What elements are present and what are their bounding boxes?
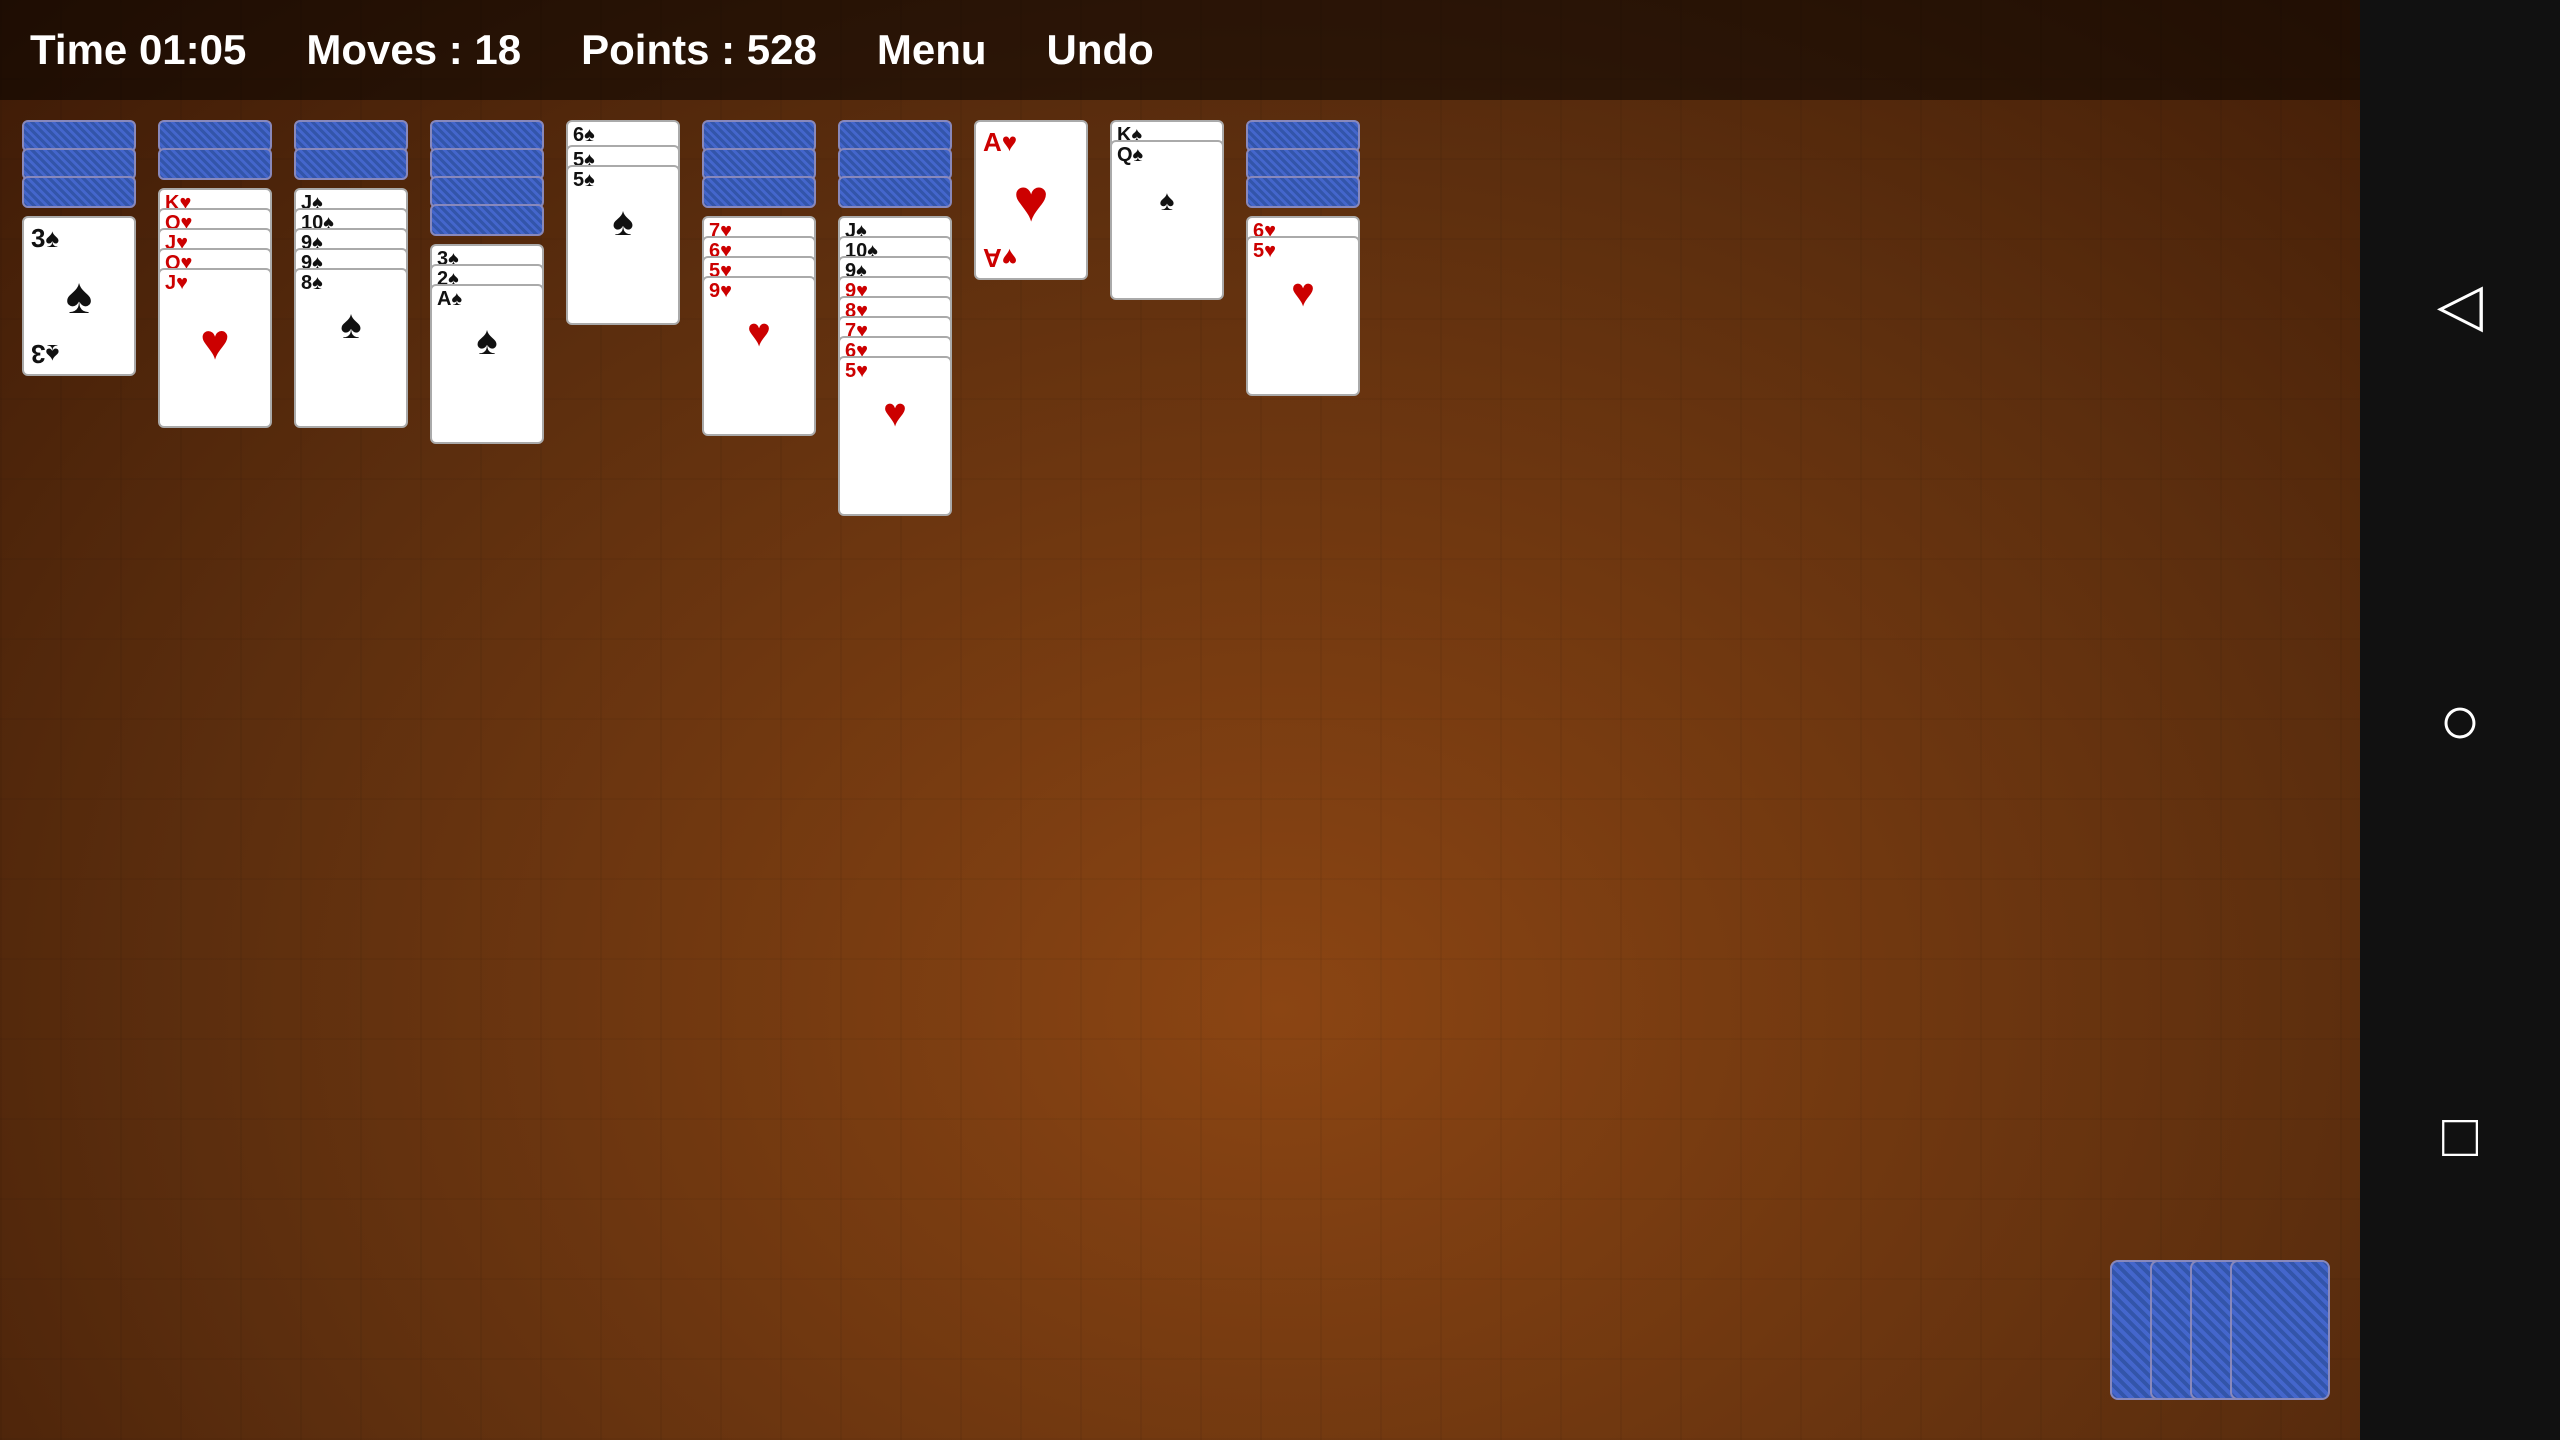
- face-down-card: [22, 176, 136, 208]
- face-down-card: [294, 148, 408, 180]
- column-10[interactable]: 6♥ 5♥ ♥: [1244, 120, 1362, 396]
- face-down-card: [158, 148, 272, 180]
- card-3-spades[interactable]: 3♠ ♠ ♠3: [22, 216, 136, 376]
- face-down-card: [1246, 176, 1360, 208]
- card-q-spades[interactable]: Q♠ ♠: [1110, 140, 1224, 300]
- moves-display: Moves : 18: [306, 26, 521, 74]
- card-5-hearts-col7[interactable]: 5♥ ♥: [838, 356, 952, 516]
- card-5-hearts-col10[interactable]: 5♥ ♥: [1246, 236, 1360, 396]
- back-button[interactable]: ◁: [2437, 270, 2483, 340]
- column-9[interactable]: K♠ ♠👑 Q♠ ♠: [1108, 120, 1226, 300]
- face-down-card: [702, 176, 816, 208]
- menu-button[interactable]: Menu: [877, 26, 987, 74]
- card-9-hearts[interactable]: 9♥ ♥: [702, 276, 816, 436]
- card-8-spades[interactable]: 8♠ ♠: [294, 268, 408, 428]
- nav-panel: ◁ ○ □: [2360, 0, 2560, 1440]
- card-5-spades-2[interactable]: 5♠ ♠: [566, 165, 680, 325]
- column-8[interactable]: A♥ ♥ ♥A: [972, 120, 1090, 280]
- face-down-card: [430, 204, 544, 236]
- column-5[interactable]: 6♠ ♠ 5♠ 5♠ ♠: [564, 120, 682, 325]
- column-3[interactable]: J♠ ♠ 10♠ 9♠ 9♠ 8♠ ♠: [292, 120, 410, 428]
- column-4[interactable]: 3♠ 2♠ A♠ ♠: [428, 120, 546, 444]
- card-j-hearts-2[interactable]: J♥ ♥: [158, 268, 272, 428]
- game-area: 3♠ ♠ ♠3 K♥ 👑♥ Q♥ J♥ Q♥ J♥ ♥ J♠ ♠: [0, 100, 2360, 536]
- card-a-spades[interactable]: A♠ ♠: [430, 284, 544, 444]
- recents-button[interactable]: □: [2442, 1101, 2478, 1170]
- game-header: Time 01:05 Moves : 18 Points : 528 Menu …: [0, 0, 2560, 100]
- home-button[interactable]: ○: [2439, 680, 2481, 760]
- time-display: Time 01:05: [30, 26, 246, 74]
- column-1[interactable]: 3♠ ♠ ♠3: [20, 120, 138, 376]
- points-display: Points : 528: [581, 26, 817, 74]
- column-7[interactable]: J♠ 10♠ 9♠ 9♥ 8♥ 7♥ 6♥ 5♥ ♥: [836, 120, 954, 516]
- column-6[interactable]: 7♥ 6♥ 5♥ 9♥ ♥: [700, 120, 818, 436]
- card-a-hearts[interactable]: A♥ ♥ ♥A: [974, 120, 1088, 280]
- deck-card-4: [2230, 1260, 2330, 1400]
- column-2[interactable]: K♥ 👑♥ Q♥ J♥ Q♥ J♥ ♥: [156, 120, 274, 428]
- face-down-card: [838, 176, 952, 208]
- deck-pile[interactable]: [2110, 1260, 2330, 1400]
- undo-button[interactable]: Undo: [1047, 26, 1154, 74]
